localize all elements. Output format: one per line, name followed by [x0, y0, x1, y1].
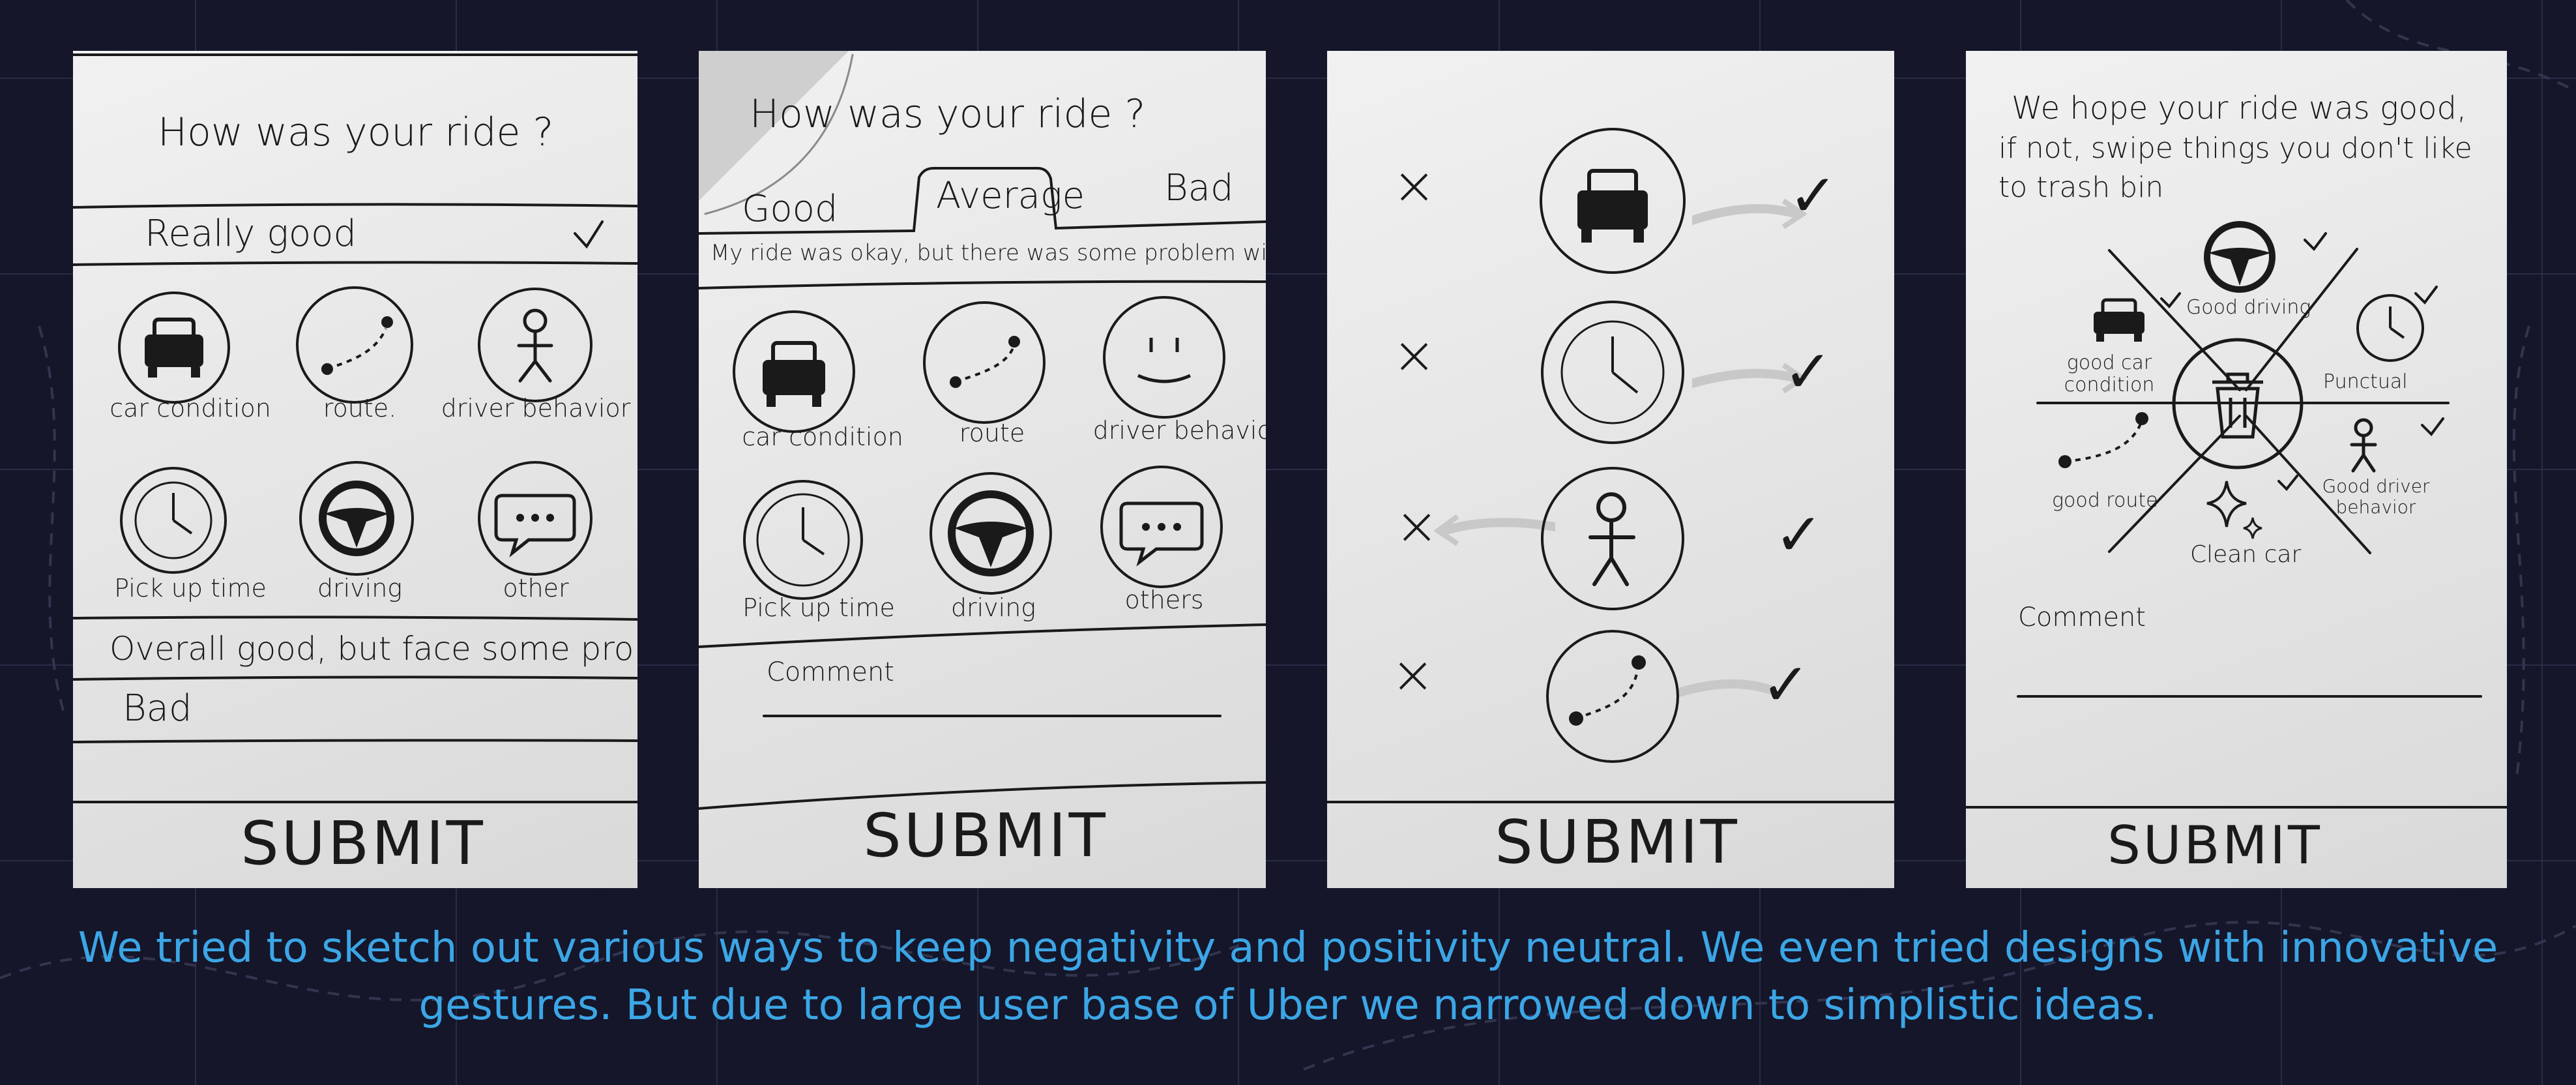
icon-label: route. [323, 394, 397, 423]
sketch-4-trash-bin-wheel: We hope your ride was good, if not, swip… [1966, 51, 2507, 888]
segment-good-driver-behavior[interactable]: Good driver behavior [2320, 476, 2431, 518]
chat-bubble-icon[interactable] [1096, 462, 1227, 592]
car-icon[interactable] [2090, 292, 2148, 344]
option-bad[interactable]: Bad [123, 687, 192, 730]
segment-good-driving[interactable]: Good driving [2186, 296, 2311, 319]
sketch-2-title: How was your ride ? [750, 91, 1146, 137]
trash-bin-icon[interactable] [2169, 335, 2306, 472]
route-icon[interactable] [919, 297, 1049, 428]
submit-button[interactable]: SUBMIT [1495, 807, 1740, 877]
tab-average[interactable]: Average [936, 175, 1085, 217]
icon-label: car condition [110, 394, 271, 423]
submit-button[interactable]: SUBMIT [2107, 815, 2322, 876]
icon-label: Pick up time [742, 593, 895, 622]
route-icon[interactable] [2044, 406, 2155, 484]
route-icon[interactable] [1541, 625, 1684, 768]
sketch-1-title: How was your ride ? [158, 110, 554, 155]
segment-punctual[interactable]: Punctual [2323, 370, 2408, 393]
sketch-3-swipe-rows: × ✓ × ✓ × ✓ × ✓ SUBMIT [1327, 51, 1894, 888]
icon-label: other [503, 574, 569, 602]
feedback-message: My ride was okay, but there was some pro… [710, 240, 1266, 266]
intro-line: We hope your ride was good, [2012, 90, 2467, 126]
steering-wheel-icon[interactable] [295, 456, 418, 580]
clock-icon[interactable] [1534, 297, 1691, 447]
segment-good-route[interactable]: good route [2052, 489, 2158, 512]
steering-wheel-icon[interactable] [2201, 218, 2279, 296]
icon-label: driver behavior [1092, 416, 1266, 445]
chat-bubble-icon[interactable] [473, 456, 597, 580]
accept-check-icon[interactable]: ✓ [1783, 338, 1832, 406]
icon-label: car condition [742, 423, 903, 451]
clock-icon[interactable] [115, 462, 232, 579]
option-really-good[interactable]: Really good [145, 213, 357, 255]
reject-x-icon[interactable]: × [1391, 644, 1435, 705]
intro-line: if not, swipe things you don't like [1998, 132, 2472, 165]
comment-label: Comment [2018, 602, 2146, 632]
icon-label: driving [317, 574, 403, 602]
icon-label: Pick up time [114, 574, 267, 602]
submit-button[interactable]: SUBMIT [863, 801, 1108, 870]
caption-line-2: gestures. But due to large user base of … [418, 981, 2158, 1030]
tab-good[interactable]: Good [742, 188, 838, 230]
comment-input[interactable] [764, 677, 1220, 716]
caption-line-1: We tried to sketch out various ways to k… [78, 924, 2498, 972]
icon-label: route [959, 419, 1025, 447]
submit-button[interactable]: SUBMIT [241, 809, 486, 878]
clock-icon[interactable] [2354, 292, 2426, 364]
driver-icon[interactable] [2337, 416, 2390, 475]
car-icon[interactable] [112, 286, 236, 409]
caption: We tried to sketch out various ways to k… [0, 919, 2576, 1034]
accept-check-icon[interactable]: ✓ [1789, 162, 1837, 230]
intro-line: to trash bin [1998, 171, 2164, 204]
option-overall-good[interactable]: Overall good, but face some problems [110, 630, 637, 668]
comment-input[interactable] [2018, 638, 2481, 696]
tab-bad[interactable]: Bad [1164, 167, 1234, 209]
steering-wheel-icon[interactable] [926, 468, 1056, 599]
icon-label: others [1124, 586, 1204, 614]
reject-x-icon[interactable]: × [1392, 155, 1436, 216]
clock-icon[interactable] [738, 475, 868, 605]
segment-clean-car[interactable]: Clean car [2190, 541, 2301, 568]
icon-label: driving [950, 593, 1036, 622]
reject-x-icon[interactable]: × [1395, 496, 1439, 556]
driver-icon[interactable] [1534, 460, 1691, 617]
driver-icon[interactable] [473, 283, 597, 407]
route-icon[interactable] [289, 283, 420, 407]
accept-check-icon[interactable]: ✓ [1761, 651, 1810, 719]
car-icon[interactable] [729, 306, 859, 437]
icon-label: driver behavior [441, 394, 631, 423]
reject-x-icon[interactable]: × [1392, 325, 1436, 385]
smiley-icon[interactable] [1099, 292, 1229, 423]
segment-good-car-condition[interactable]: good car condition [2051, 352, 2168, 396]
accept-check-icon[interactable]: ✓ [1774, 501, 1823, 569]
sparkle-icon [2206, 481, 2262, 539]
car-icon[interactable] [1534, 123, 1691, 279]
sketch-2-tabbed-rating: How was your ride ? Good Average Bad My … [699, 51, 1266, 888]
sketch-1-rating-list: How was your ride ? Really good car cond… [73, 51, 637, 888]
